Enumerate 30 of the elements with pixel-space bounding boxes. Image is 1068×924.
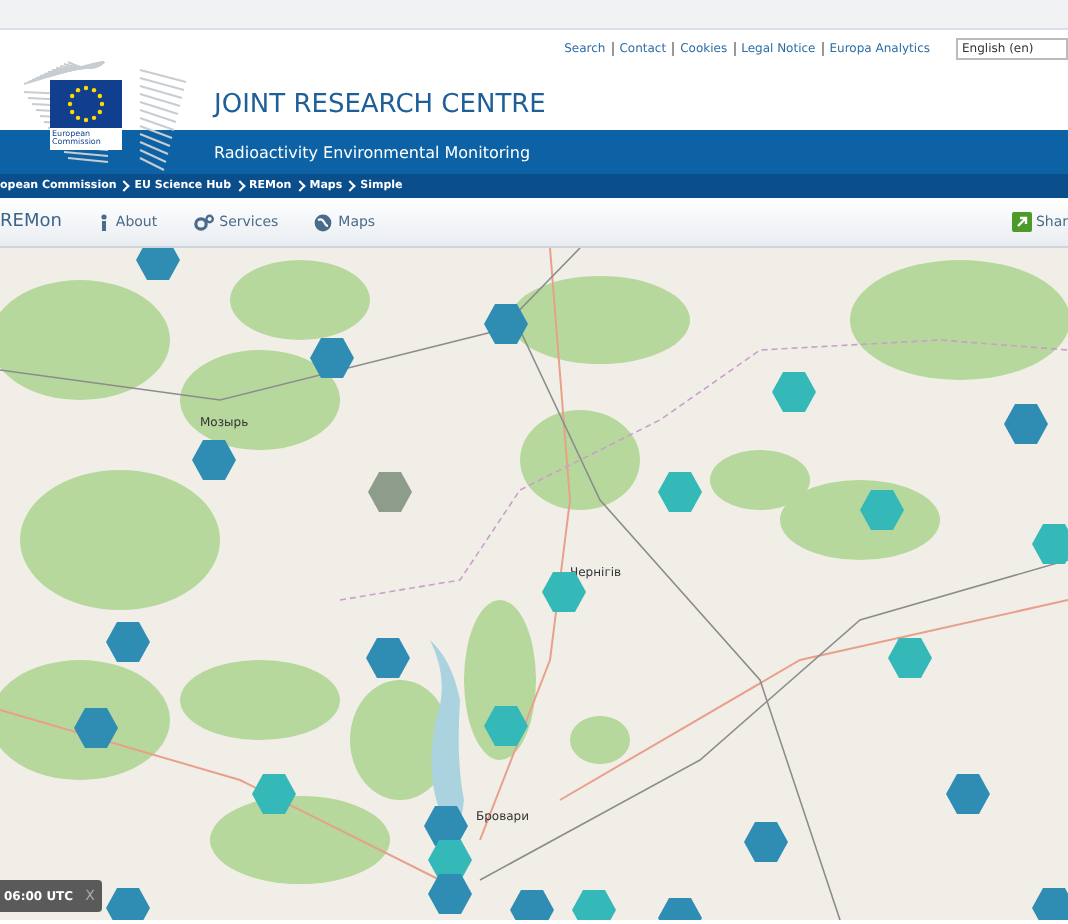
site-title: JOINT RESEARCH CENTRE [214, 90, 546, 120]
station-marker[interactable] [424, 806, 468, 846]
station-marker[interactable] [74, 708, 118, 748]
share-icon [1011, 212, 1032, 232]
station-marker[interactable] [946, 774, 990, 814]
station-marker[interactable] [860, 490, 904, 530]
station-marker[interactable] [888, 638, 932, 678]
station-marker[interactable] [1004, 404, 1048, 444]
chevron-icon [344, 180, 356, 192]
station-marker[interactable] [106, 888, 150, 920]
station-marker[interactable] [1032, 888, 1068, 920]
globe-icon [314, 213, 333, 231]
station-marker[interactable] [484, 706, 528, 746]
app-name[interactable]: REMon [0, 212, 62, 232]
station-marker[interactable] [484, 304, 528, 344]
station-marker[interactable] [510, 890, 554, 920]
station-marker[interactable] [572, 890, 616, 920]
station-marker[interactable] [368, 472, 412, 512]
station-marker[interactable] [772, 372, 816, 412]
station-marker[interactable] [744, 822, 788, 862]
info-icon [97, 213, 110, 231]
station-marker[interactable] [252, 774, 296, 814]
chevron-icon [118, 180, 131, 192]
station-marker[interactable] [658, 472, 702, 512]
gears-icon [193, 213, 214, 231]
station-marker[interactable] [658, 898, 702, 920]
station-marker[interactable] [428, 874, 472, 914]
station-marker[interactable] [192, 440, 236, 480]
station-marker[interactable] [1032, 524, 1068, 564]
site-subtitle: Radioactivity Environmental Monitoring [214, 143, 531, 161]
